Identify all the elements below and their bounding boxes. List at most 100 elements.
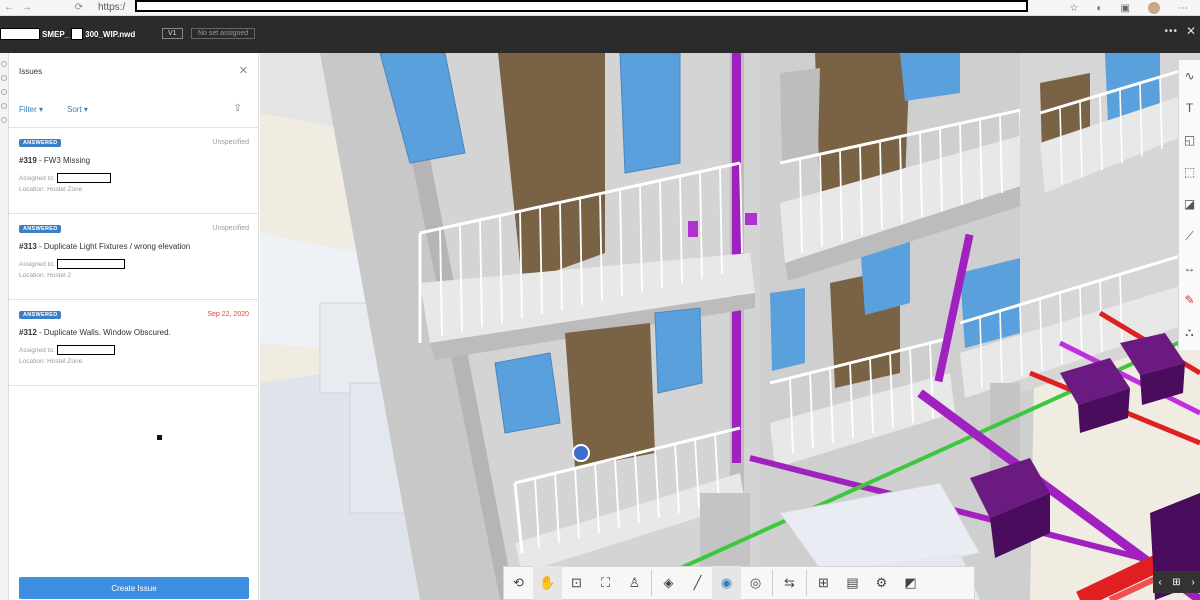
back-icon[interactable]: ← bbox=[0, 0, 18, 16]
assigned-label: Assigned to: bbox=[19, 346, 55, 354]
app-header: SMEP_ 300_WIP.nwd V1 No set assigned •••… bbox=[0, 16, 1200, 53]
section-icon[interactable]: ◈ bbox=[654, 566, 683, 600]
issue-card[interactable]: ANSWERED Unspecified #313 - Duplicate Li… bbox=[9, 214, 259, 300]
close-panel-icon[interactable]: ✕ bbox=[239, 64, 248, 77]
toolbar-separator bbox=[772, 570, 773, 596]
issue-title: #313 - Duplicate Light Fixtures / wrong … bbox=[19, 242, 190, 251]
area-icon[interactable]: ◪ bbox=[1179, 188, 1200, 220]
fullscreen-icon[interactable]: ◩ bbox=[896, 566, 925, 600]
sync-icon[interactable]: ⇆ bbox=[775, 566, 804, 600]
file-name-part1: SMEP_ bbox=[42, 29, 70, 39]
create-issue-button[interactable]: Create Issue bbox=[19, 577, 249, 599]
redacted-mid bbox=[71, 28, 84, 40]
callout-icon[interactable]: ◱ bbox=[1179, 124, 1200, 156]
issue-assigned: Assigned to: bbox=[19, 259, 125, 269]
markup-toolbar: ∿ T ◱ ⬚ ◪ ⟋ ↔ ✎ ⛬ bbox=[1178, 60, 1200, 350]
profile-avatar[interactable] bbox=[1148, 2, 1160, 14]
dimension-icon[interactable]: ↔ bbox=[1179, 252, 1200, 284]
more-options-icon[interactable]: ••• bbox=[1164, 26, 1178, 37]
filter-label: Filter bbox=[19, 105, 37, 114]
chevron-right-icon[interactable]: › bbox=[1191, 577, 1194, 588]
pan-icon[interactable]: ✋ bbox=[533, 566, 562, 600]
issue-date: Sep 22, 2020 bbox=[207, 311, 249, 318]
left-tool-rail bbox=[0, 53, 9, 600]
issue-location: Location: Hostel 2 bbox=[19, 272, 72, 279]
status-badge: ANSWERED bbox=[19, 139, 62, 147]
redacted-prefix bbox=[0, 28, 40, 40]
assigned-label: Assigned to: bbox=[19, 174, 55, 182]
measure-icon[interactable]: ⟋ bbox=[1179, 220, 1200, 252]
issue-location: Location: Hostel Zone bbox=[19, 358, 83, 365]
version-badge[interactable]: V1 bbox=[162, 28, 183, 39]
toolbar-separator bbox=[651, 570, 652, 596]
view-pager: ‹ ⊞ › bbox=[1153, 571, 1200, 593]
rail-tool-icon[interactable] bbox=[1, 61, 7, 67]
set-status-badge[interactable]: No set assigned bbox=[191, 28, 256, 39]
squiggle-icon[interactable]: ∿ bbox=[1179, 60, 1200, 92]
issue-title: #319 - FW3 Missing bbox=[19, 156, 90, 165]
cursor-dot bbox=[157, 435, 162, 440]
viewer-toolbar: ⟲ ✋ ⊡ ⛶ ♙ ◈ ╱ ◉ ◎ ⇆ ⊞ ▤ ⚙ ◩ bbox=[503, 566, 975, 600]
orbit-icon[interactable]: ⟲ bbox=[504, 566, 533, 600]
issue-card[interactable]: ANSWERED Unspecified #319 - FW3 Missing … bbox=[9, 128, 259, 214]
refresh-icon[interactable]: ⟳ bbox=[70, 0, 88, 16]
grid-icon[interactable]: ⊞ bbox=[1172, 577, 1180, 588]
rail-tool-icon[interactable] bbox=[1, 103, 7, 109]
issue-date: Unspecified bbox=[212, 225, 249, 232]
redacted-assignee bbox=[56, 259, 125, 269]
zoom-window-icon[interactable]: ⊡ bbox=[562, 566, 591, 600]
menu-icon[interactable]: ⋯ bbox=[1178, 3, 1188, 14]
sort-label: Sort bbox=[67, 105, 82, 114]
rail-tool-icon[interactable] bbox=[1, 89, 7, 95]
visibility-icon[interactable]: ◉ bbox=[712, 566, 741, 600]
status-badge: ANSWERED bbox=[19, 225, 62, 233]
issue-date: Unspecified bbox=[212, 139, 249, 146]
forward-icon[interactable]: → bbox=[18, 0, 36, 16]
close-viewer-icon[interactable]: ✕ bbox=[1186, 24, 1196, 38]
settings-icon[interactable]: ⚙ bbox=[867, 566, 896, 600]
redacted-assignee bbox=[56, 173, 111, 183]
model-viewport[interactable] bbox=[260, 53, 1200, 600]
measure-tool-icon[interactable]: ╱ bbox=[683, 566, 712, 600]
issue-title-text: - Duplicate Light Fixtures / wrong eleva… bbox=[36, 242, 191, 251]
pencil-icon[interactable]: ✎ bbox=[1179, 284, 1200, 316]
text-icon[interactable]: T bbox=[1179, 92, 1200, 124]
url-redaction bbox=[135, 0, 1028, 12]
url-text[interactable]: https:/ bbox=[98, 0, 125, 14]
extension-icon[interactable]: ◐ bbox=[1097, 3, 1103, 14]
hide-icon[interactable]: ◎ bbox=[741, 566, 770, 600]
building-model-render bbox=[260, 53, 1200, 600]
fill-icon[interactable]: ⛬ bbox=[1179, 316, 1200, 348]
status-badge: ANSWERED bbox=[19, 311, 62, 319]
redacted-assignee bbox=[56, 345, 115, 355]
issue-title: #312 - Duplicate Walls. Window Obscured. bbox=[19, 328, 171, 337]
chevron-left-icon[interactable]: ‹ bbox=[1158, 577, 1161, 588]
issue-assigned: Assigned to: bbox=[19, 345, 115, 355]
assigned-label: Assigned to: bbox=[19, 260, 55, 268]
sort-dropdown[interactable]: Sort ▾ bbox=[67, 105, 88, 114]
filter-dropdown[interactable]: Filter ▾ bbox=[19, 105, 43, 114]
first-person-icon[interactable]: ♙ bbox=[620, 566, 649, 600]
fit-icon[interactable]: ⛶ bbox=[591, 566, 620, 600]
properties-icon[interactable]: ▤ bbox=[838, 566, 867, 600]
issue-title-text: - FW3 Missing bbox=[36, 156, 91, 165]
toolbar-separator bbox=[806, 570, 807, 596]
browser-actions: ☆ ◐ ▣ ⋯ bbox=[1070, 0, 1188, 16]
issue-number: #313 bbox=[19, 242, 37, 251]
file-title: SMEP_ 300_WIP.nwd bbox=[0, 28, 135, 40]
panel-title: Issues bbox=[19, 67, 43, 76]
model-tree-icon[interactable]: ⊞ bbox=[809, 566, 838, 600]
star-icon[interactable]: ☆ bbox=[1070, 3, 1079, 14]
issues-panel: Issues ✕ Filter ▾ Sort ▾ ⇪ ANSWERED Unsp… bbox=[9, 53, 259, 600]
issue-location: Location: Hostel Zone bbox=[19, 186, 83, 193]
rail-tool-icon[interactable] bbox=[1, 117, 7, 123]
url-prefix: https:/ bbox=[98, 1, 126, 13]
collections-icon[interactable]: ▣ bbox=[1121, 3, 1130, 14]
issue-number: #312 bbox=[19, 328, 37, 337]
issue-number: #319 bbox=[19, 156, 37, 165]
export-icon[interactable]: ⇪ bbox=[234, 103, 242, 114]
rail-tool-icon[interactable] bbox=[1, 75, 7, 81]
issue-card[interactable]: ANSWERED Sep 22, 2020 #312 - Duplicate W… bbox=[9, 300, 259, 386]
rectangle-icon[interactable]: ⬚ bbox=[1179, 156, 1200, 188]
issue-title-text: - Duplicate Walls. Window Obscured. bbox=[36, 328, 171, 337]
